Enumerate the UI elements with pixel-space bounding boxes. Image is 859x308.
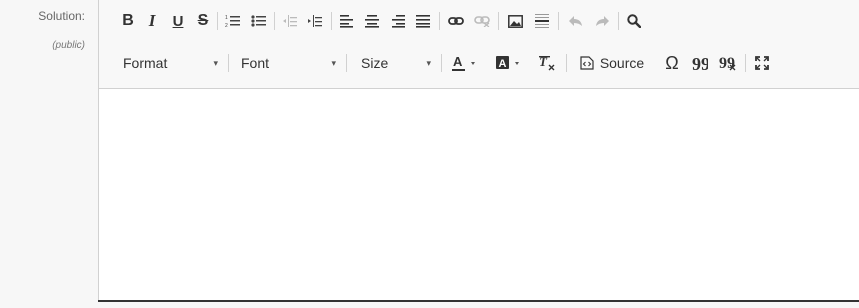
rich-text-editor: B I U S 12 Format ▾ Font ▾ Size ▾ A A T … — [98, 0, 859, 302]
blockquote-icon[interactable]: 99 — [688, 52, 712, 74]
editor-bottom-border — [98, 300, 859, 302]
toolbar-separator — [274, 12, 275, 30]
toolbar-separator — [228, 54, 229, 72]
italic-button[interactable]: I — [143, 10, 161, 32]
search-icon[interactable] — [623, 10, 645, 32]
svg-text:99: 99 — [692, 56, 708, 70]
size-dropdown-label: Size — [361, 55, 389, 71]
chevron-down-icon: ▾ — [213, 58, 218, 68]
unlink-icon[interactable] — [471, 10, 493, 32]
align-justify-icon[interactable] — [413, 10, 433, 32]
text-color-button[interactable]: A — [449, 52, 483, 74]
toolbar-separator — [441, 54, 442, 72]
font-dropdown[interactable]: Font ▾ — [241, 52, 336, 74]
underline-button[interactable]: U — [169, 10, 187, 32]
link-icon[interactable] — [445, 10, 467, 32]
increase-indent-icon[interactable] — [305, 10, 325, 32]
editor-toolbar: B I U S 12 Format ▾ Font ▾ Size ▾ A A T … — [99, 0, 859, 89]
svg-text:2: 2 — [225, 23, 228, 28]
toolbar-separator — [745, 54, 746, 72]
toolbar-separator — [566, 54, 567, 72]
decrease-indent-icon[interactable] — [280, 10, 300, 32]
toolbar-separator — [346, 54, 347, 72]
maximize-icon[interactable] — [751, 52, 773, 74]
editor-content-area[interactable] — [99, 89, 859, 302]
align-left-icon[interactable] — [337, 10, 357, 32]
align-right-icon[interactable] — [388, 10, 408, 32]
undo-icon[interactable] — [564, 10, 586, 32]
field-label-column: Solution: (public) — [0, 0, 97, 308]
bold-button[interactable]: B — [119, 10, 137, 32]
chevron-down-icon: ▾ — [331, 58, 336, 68]
remove-blockquote-icon[interactable]: 99 — [716, 52, 740, 74]
chevron-down-icon: ▾ — [426, 58, 431, 68]
svg-text:A: A — [453, 54, 463, 69]
toolbar-separator — [439, 12, 440, 30]
strikethrough-button[interactable]: S — [194, 10, 212, 32]
toolbar-separator — [498, 12, 499, 30]
format-dropdown[interactable]: Format ▾ — [123, 52, 218, 74]
image-icon[interactable] — [504, 10, 526, 32]
field-sublabel: (public) — [52, 40, 85, 51]
svg-text:1: 1 — [225, 15, 228, 21]
svg-text:A: A — [499, 58, 507, 70]
source-button-label: Source — [599, 55, 645, 71]
svg-text:99: 99 — [719, 55, 735, 71]
toolbar-separator — [331, 12, 332, 30]
source-icon — [580, 56, 594, 70]
size-dropdown[interactable]: Size ▾ — [361, 52, 431, 74]
format-dropdown-label: Format — [123, 55, 168, 71]
field-label: Solution: — [38, 9, 85, 23]
remove-format-icon[interactable]: T — [535, 52, 559, 74]
bulleted-list-icon[interactable] — [249, 10, 269, 32]
special-character-icon[interactable]: Ω — [661, 52, 683, 74]
numbered-list-icon[interactable]: 12 — [223, 10, 243, 32]
background-color-button[interactable]: A — [493, 52, 527, 74]
redo-icon[interactable] — [591, 10, 613, 32]
font-dropdown-label: Font — [241, 55, 270, 71]
horizontal-line-icon[interactable] — [531, 10, 553, 32]
align-center-icon[interactable] — [362, 10, 382, 32]
toolbar-separator — [558, 12, 559, 30]
source-button[interactable]: Source — [573, 52, 651, 74]
toolbar-separator — [217, 12, 218, 30]
toolbar-separator — [618, 12, 619, 30]
